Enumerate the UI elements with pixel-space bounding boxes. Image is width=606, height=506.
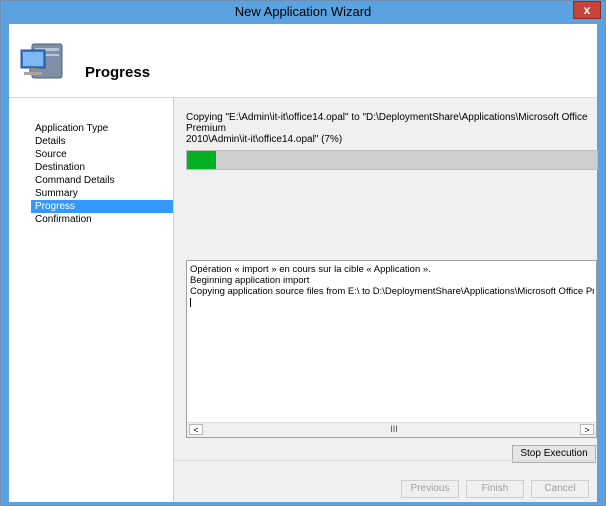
wizard-client-area: Progress Application Type Details Source…	[9, 24, 598, 502]
copy-status-message: Copying "E:\Admin\it-it\office14.opal" t…	[186, 112, 596, 145]
copy-status-line-2: 2010\Admin\it-it\office14.opal" (7%)	[186, 134, 343, 145]
log-line: Copying application source files from E:…	[190, 286, 594, 297]
finish-button[interactable]: Finish	[466, 480, 524, 498]
scroll-right-button[interactable]: >	[580, 424, 594, 435]
scroll-left-button[interactable]: <	[189, 424, 203, 435]
wizard-header: Progress	[9, 24, 597, 98]
progress-bar-fill	[187, 151, 216, 169]
sidebar-item-destination[interactable]: Destination	[31, 161, 173, 174]
footer-divider	[174, 460, 597, 461]
wizard-steps-list: Application Type Details Source Destinat…	[31, 122, 173, 226]
window-title: New Application Wizard	[234, 4, 372, 19]
log-line: Opération « import » en cours sur la cib…	[190, 264, 431, 275]
sidebar-item-application-type[interactable]: Application Type	[31, 122, 173, 135]
progress-content: Copying "E:\Admin\it-it\office14.opal" t…	[174, 98, 598, 502]
close-button[interactable]: x	[573, 1, 601, 19]
log-output[interactable]: Opération « import » en cours sur la cib…	[186, 260, 597, 438]
sidebar-item-command-details[interactable]: Command Details	[31, 174, 173, 187]
sidebar-item-confirmation[interactable]: Confirmation	[31, 213, 173, 226]
text-caret	[190, 298, 191, 307]
computer-icon	[20, 43, 63, 79]
log-lines: Opération « import » en cours sur la cib…	[190, 264, 594, 297]
wizard-window: New Application Wizard x Progress Applic…	[0, 0, 606, 506]
scroll-thumb[interactable]: III	[211, 425, 577, 434]
horizontal-scrollbar[interactable]: < III >	[187, 422, 596, 437]
sidebar-item-summary[interactable]: Summary	[31, 187, 173, 200]
log-line: Beginning application import	[190, 275, 310, 286]
cancel-button[interactable]: Cancel	[531, 480, 589, 498]
wizard-steps-sidebar: Application Type Details Source Destinat…	[9, 98, 174, 502]
sidebar-item-progress[interactable]: Progress	[31, 200, 173, 213]
copy-status-line-1: Copying "E:\Admin\it-it\office14.opal" t…	[186, 112, 588, 134]
title-bar[interactable]: New Application Wizard x	[1, 1, 605, 23]
progress-bar	[186, 150, 598, 170]
sidebar-item-source[interactable]: Source	[31, 148, 173, 161]
page-title: Progress	[85, 64, 151, 81]
sidebar-item-details[interactable]: Details	[31, 135, 173, 148]
previous-button[interactable]: Previous	[401, 480, 459, 498]
